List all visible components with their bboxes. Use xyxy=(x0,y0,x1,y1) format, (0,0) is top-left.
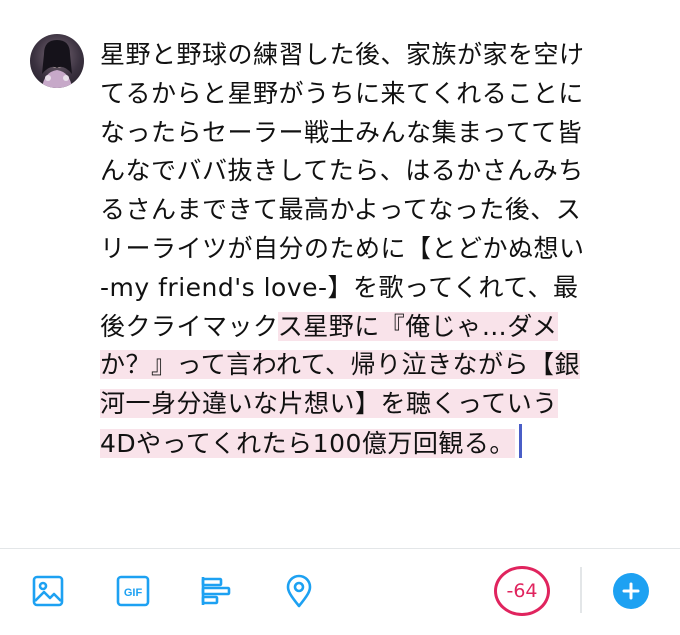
character-counter-value: -64 xyxy=(506,580,538,602)
compose-line: るさんまできて最高かよってなった後、ス xyxy=(100,195,582,225)
over-limit-highlight: 4Dやってくれたら100億万回観る。 xyxy=(100,428,515,458)
toolbar-separator xyxy=(580,567,582,613)
over-limit-highlight: ス星野に『俺じゃ…ダメ xyxy=(277,311,558,341)
gif-icon[interactable]: GIF xyxy=(115,573,151,609)
compose-line: 4Dやってくれたら100億万回観る。 xyxy=(100,423,665,463)
location-icon[interactable] xyxy=(281,573,317,609)
tweet-compose-text[interactable]: 星野と野球の練習した後、家族が家を空け てるからと星野がうちに来てくれることに … xyxy=(100,36,665,463)
image-icon[interactable] xyxy=(30,573,66,609)
add-tweet-button[interactable] xyxy=(613,573,649,609)
compose-line: 河一身分違いな片想い】を聴くっていう xyxy=(100,385,665,424)
gif-label: GIF xyxy=(124,587,143,599)
compose-line: なったらセーラー戦士みんな集まってて皆 xyxy=(100,117,583,147)
over-limit-highlight: か？』って言われて、帰り泣きながら【銀 xyxy=(100,350,581,380)
text-caret xyxy=(518,423,522,458)
toolbar-divider xyxy=(0,548,680,549)
compose-line: 後クライマックス星野に『俺じゃ…ダメ xyxy=(100,311,558,341)
compose-line: てるからと星野がうちに来てくれることに xyxy=(100,78,584,108)
character-counter: -64 xyxy=(494,566,550,616)
avatar[interactable] xyxy=(30,34,84,88)
compose-line: 星野と野球の練習した後、家族が家を空け xyxy=(100,40,585,69)
compose-line: んなでババ抜きしてたら、はるかさんみち xyxy=(100,156,584,186)
add-icon xyxy=(622,582,640,600)
poll-icon[interactable] xyxy=(198,573,234,609)
compose-line: リーライツが自分のために【とどかぬ想い xyxy=(100,233,585,263)
over-limit-highlight: 河一身分違いな片想い】を聴くっていう xyxy=(100,389,558,419)
compose-line: -my friend's love-】を歌ってくれて、最 xyxy=(100,272,579,302)
compose-line: か？』って言われて、帰り泣きながら【銀 xyxy=(100,346,665,385)
